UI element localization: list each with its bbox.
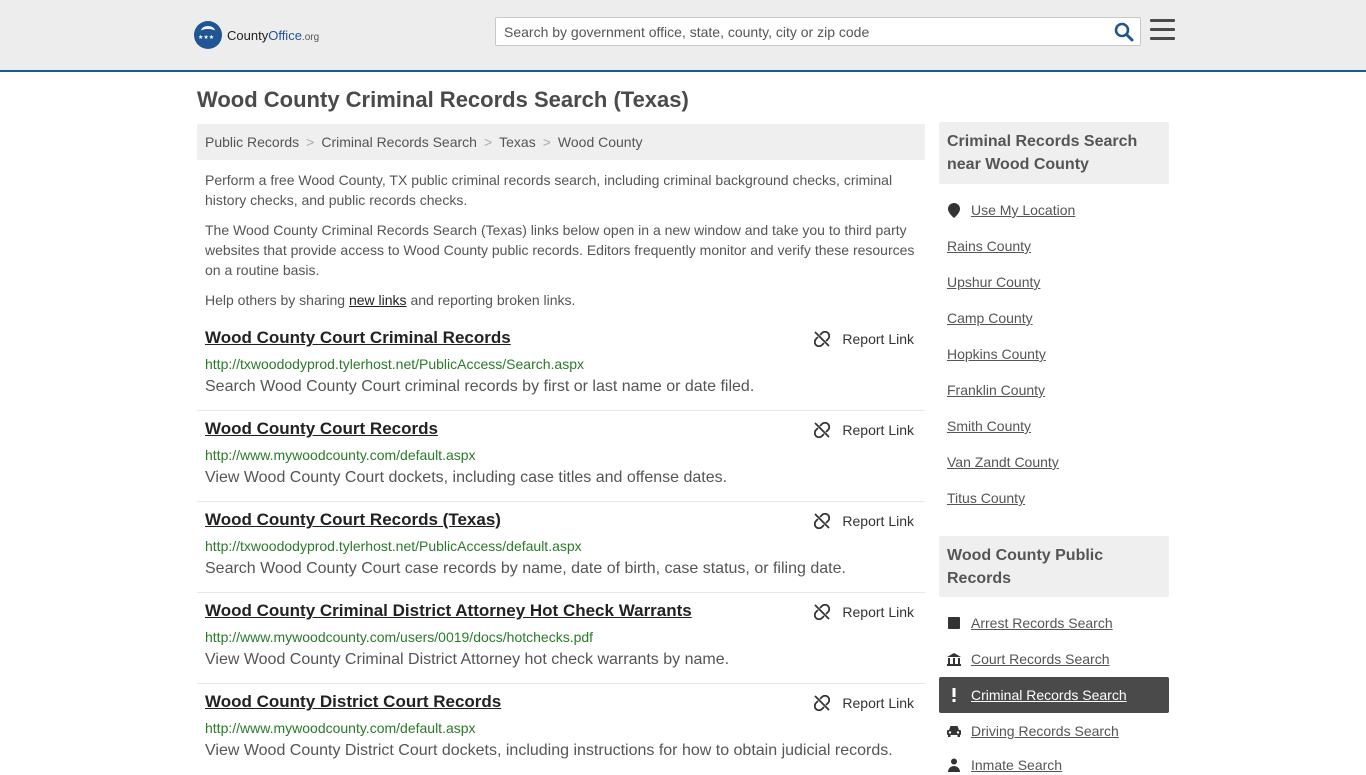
result-description: View Wood County Criminal District Attor… (205, 651, 730, 668)
nearby-county-link[interactable]: Camp County (947, 310, 1033, 326)
broken-link-icon (814, 422, 831, 438)
result-title-link[interactable]: Wood County Court Records (205, 419, 438, 439)
use-my-location-link[interactable]: Use My Location (947, 202, 1075, 218)
logo-text-tld: .org (301, 31, 320, 43)
search-icon[interactable] (1114, 22, 1134, 42)
result-description: Search Wood County Court criminal record… (205, 378, 755, 395)
map-marker-icon (947, 202, 961, 218)
breadcrumb-wood-county[interactable]: Wood County (558, 134, 643, 150)
result-description: View Wood County Court dockets, includin… (205, 469, 728, 486)
nearby-county-link[interactable]: Van Zandt County (947, 454, 1059, 470)
hamburger-menu-icon[interactable] (1150, 19, 1175, 41)
result-description: View Wood County District Court dockets,… (205, 742, 893, 759)
driving-records-search-link[interactable]: Driving Records Search (947, 723, 1119, 739)
inmate-icon (947, 758, 961, 772)
logo-text-main: County (227, 27, 269, 43)
intro-paragraph-1: Perform a free Wood County, TX public cr… (205, 172, 893, 208)
report-link-button[interactable]: Report Link (814, 695, 914, 711)
breadcrumb-texas[interactable]: Texas (499, 134, 536, 150)
breadcrumb-separator: > (542, 134, 551, 150)
sidebar-nearby-heading: Criminal Records Search near Wood County (939, 122, 1169, 184)
arrest-records-search-link[interactable]: Arrest Records Search (947, 615, 1113, 631)
site-logo[interactable]: ★★★ CountyOffice.org (194, 20, 319, 50)
result-url: http://www.mywoodcounty.com/default.aspx (205, 447, 476, 463)
result-title-link[interactable]: Wood County Court Criminal Records (205, 328, 511, 348)
broken-link-icon (814, 513, 831, 529)
nearby-county-link[interactable]: Hopkins County (947, 346, 1046, 362)
new-links-link[interactable]: new links (349, 292, 407, 308)
page-title: Wood County Criminal Records Search (Tex… (197, 87, 689, 112)
car-icon (947, 724, 961, 738)
top-bar: ★★★ CountyOffice.org (0, 0, 1366, 72)
result-url: http://www.mywoodcounty.com/default.aspx (205, 720, 476, 736)
result-item: Wood County Court Criminal Records Repor… (197, 320, 925, 411)
nearby-county-link[interactable]: Franklin County (947, 382, 1045, 398)
breadcrumb-separator: > (306, 134, 315, 150)
criminal-records-search-link[interactable]: Criminal Records Search (947, 687, 1127, 703)
court-records-search-link[interactable]: Court Records Search (947, 651, 1110, 667)
breadcrumb-public-records[interactable]: Public Records (205, 134, 299, 150)
result-title-link[interactable]: Wood County Court Records (Texas) (205, 510, 501, 530)
intro-paragraph-3: Help others by sharing new links and rep… (205, 292, 576, 308)
sidebar-records-heading: Wood County Public Records (939, 536, 1169, 597)
logo-text-accent: Office (268, 27, 302, 43)
result-item: Wood County District Court Records Repor… (197, 684, 925, 775)
search-input[interactable] (496, 18, 1096, 45)
nearby-county-link[interactable]: Smith County (947, 418, 1031, 434)
nearby-county-link[interactable]: Titus County (947, 490, 1025, 506)
broken-link-icon (814, 331, 831, 347)
result-description: Search Wood County Court case records by… (205, 560, 846, 577)
search-box (495, 17, 1141, 46)
broken-link-icon (814, 604, 831, 620)
report-link-button[interactable]: Report Link (814, 604, 914, 620)
nearby-county-link[interactable]: Rains County (947, 238, 1031, 254)
result-title-link[interactable]: Wood County District Court Records (205, 692, 501, 712)
broken-link-icon (814, 695, 831, 711)
inmate-search-link[interactable]: Inmate Search (947, 757, 1062, 773)
report-link-button[interactable]: Report Link (814, 422, 914, 438)
nearby-county-link[interactable]: Upshur County (947, 274, 1040, 290)
report-link-button[interactable]: Report Link (814, 331, 914, 347)
result-item: Wood County Court Records (Texas) Report… (197, 502, 925, 593)
result-item: Wood County Court Records Report Link ht… (197, 411, 925, 502)
result-title-link[interactable]: Wood County Criminal District Attorney H… (205, 601, 692, 621)
breadcrumb-criminal-records-search[interactable]: Criminal Records Search (321, 134, 477, 150)
result-item: Wood County Criminal District Attorney H… (197, 593, 925, 684)
result-url: http://txwoododyprod.tylerhost.net/Publi… (205, 538, 582, 554)
courthouse-icon (947, 652, 961, 666)
result-url: http://txwoododyprod.tylerhost.net/Publi… (205, 356, 584, 372)
intro-paragraph-2: The Wood County Criminal Records Search … (205, 222, 915, 278)
breadcrumb: Public Records > Criminal Records Search… (197, 124, 925, 160)
report-link-button[interactable]: Report Link (814, 513, 914, 529)
result-url: http://www.mywoodcounty.com/users/0019/d… (205, 629, 594, 645)
eagle-seal-icon: ★★★ (194, 21, 222, 49)
breadcrumb-separator: > (483, 134, 493, 150)
square-icon (947, 616, 961, 630)
exclamation-icon (947, 688, 961, 702)
